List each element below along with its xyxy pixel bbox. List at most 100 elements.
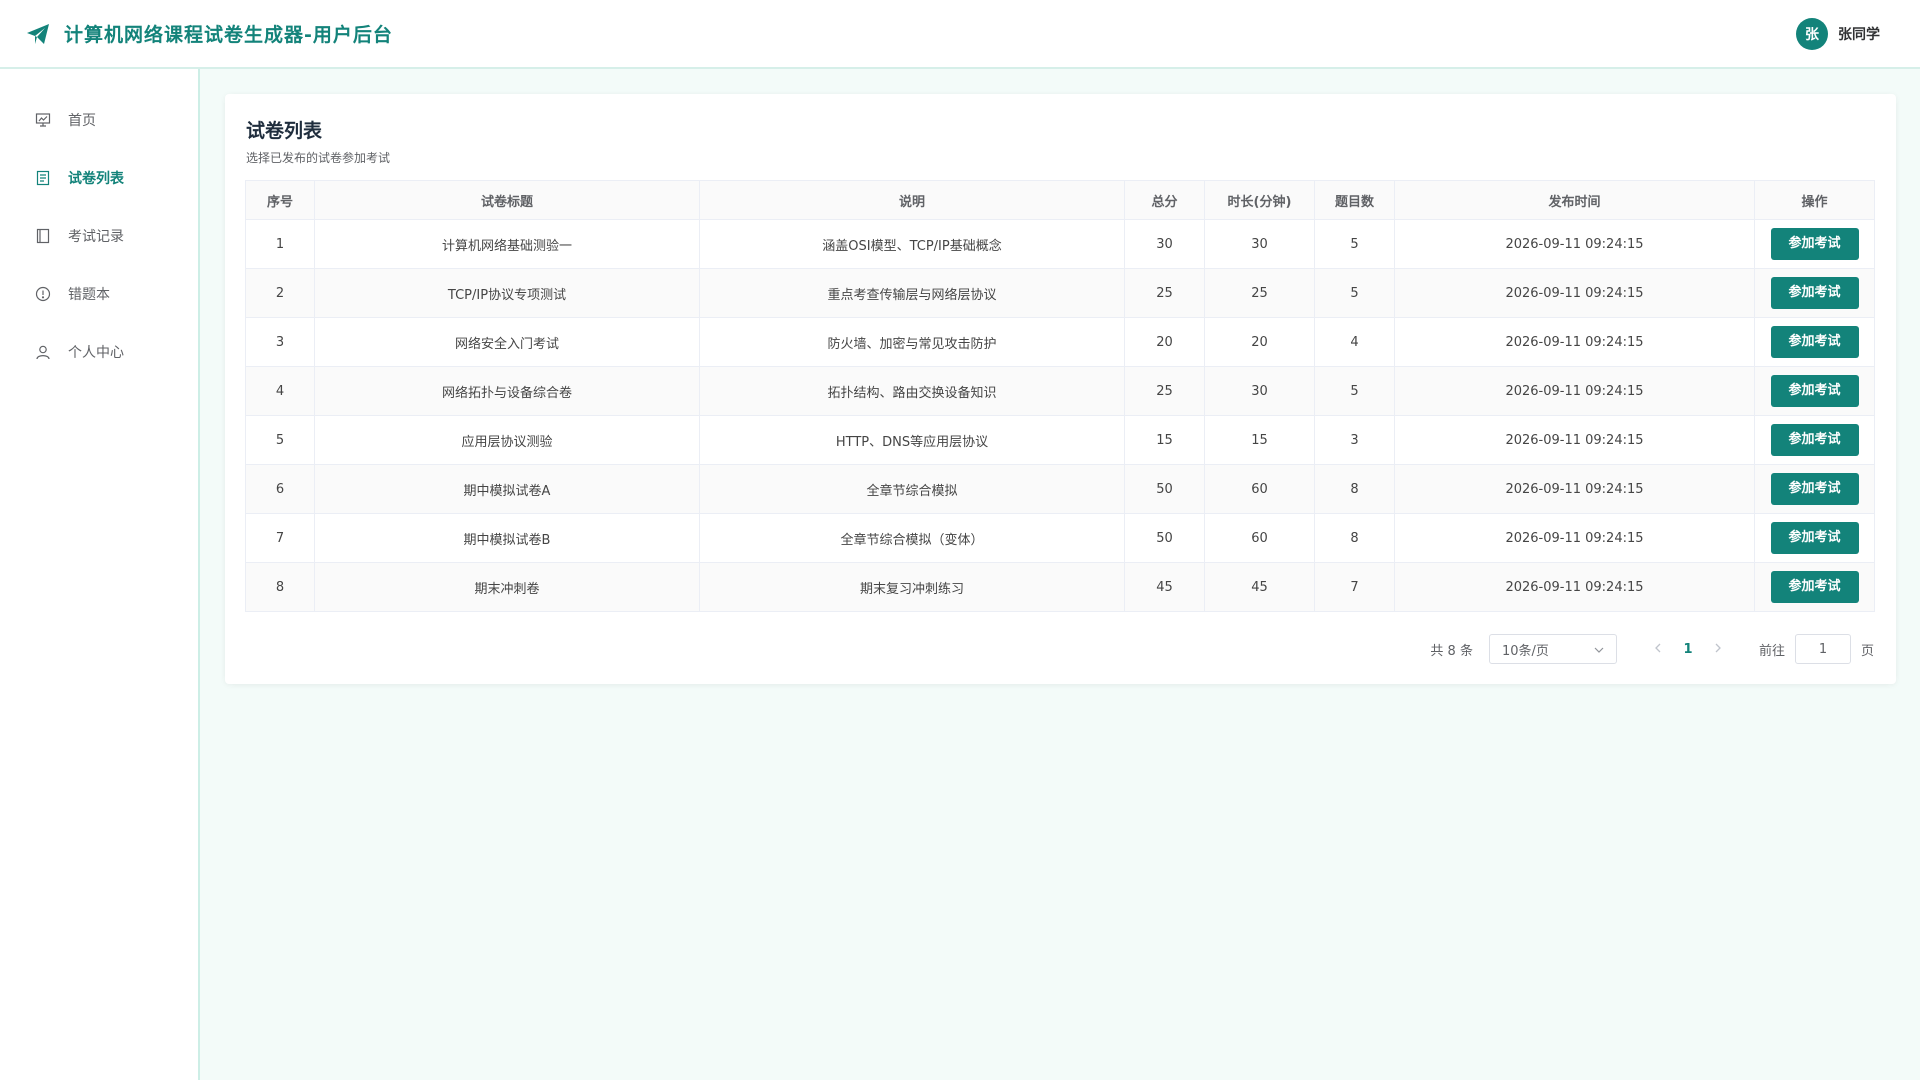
cell-total-score: 25 [1124,268,1205,318]
sidebar-item-exam-list[interactable]: 试卷列表 [0,149,198,207]
cell-description: 重点考查传输层与网络层协议 [699,268,1125,318]
cell-index: 2 [245,268,315,318]
column-header: 题目数 [1314,180,1395,220]
sidebar: 首页 试卷列表 考试记录 错题本 个人中心 [0,69,200,1080]
cell-title: 计算机网络基础测验一 [314,219,700,269]
cell-description: 拓扑结构、路由交换设备知识 [699,366,1125,416]
join-exam-button[interactable]: 参加考试 [1770,326,1859,358]
cell-index: 4 [245,366,315,416]
cell-description: 涵盖OSI模型、TCP/IP基础概念 [699,219,1125,269]
sidebar-item-wrong-book[interactable]: 错题本 [0,265,198,323]
table-row: 8 期末冲刺卷 期末复习冲刺练习 45 45 7 2026-09-11 09:24:15 参加… [245,562,1875,612]
exam-table: 序号 试卷标题 说明 总分 时长(分钟) 题目数 发布时间 操作 1 计算机网络基… [245,180,1875,612]
pagination-total: 共 8 条 [1430,643,1473,659]
cell-duration: 20 [1204,317,1315,367]
cell-action: 参加考试 [1754,219,1875,269]
cell-index: 7 [245,513,315,563]
cell-action: 参加考试 [1754,317,1875,367]
cell-question-count: 5 [1314,219,1395,269]
cell-index: 8 [245,562,315,612]
sidebar-item-label: 错题本 [68,287,110,303]
main-content: 试卷列表 选择已发布的试卷参加考试 序号 试卷标题 说明 总分 时长(分钟) 题… [225,94,1896,684]
cell-question-count: 7 [1314,562,1395,612]
table-row: 3 网络安全入门考试 防火墙、加密与常见攻击防护 20 20 4 2026-09-11 09… [245,317,1875,367]
cell-action: 参加考试 [1754,268,1875,318]
prev-page-button[interactable] [1643,641,1673,657]
cell-action: 参加考试 [1754,366,1875,416]
goto-label: 前往 [1758,643,1785,659]
cell-duration: 60 [1204,513,1315,563]
sidebar-item-label: 首页 [68,113,96,129]
column-header: 总分 [1124,180,1205,220]
warning-circle-icon [34,285,52,303]
cell-index: 6 [245,464,315,514]
column-header: 说明 [699,180,1125,220]
cell-duration: 25 [1204,268,1315,318]
cell-title: 期中模拟试卷B [314,513,700,563]
exam-list-card: 试卷列表 选择已发布的试卷参加考试 序号 试卷标题 说明 总分 时长(分钟) 题… [225,94,1896,684]
cell-question-count: 3 [1314,415,1395,465]
cell-publish-time: 2026-09-11 09:24:15 [1394,317,1755,367]
document-icon [34,169,52,187]
notebook-icon [34,227,52,245]
sidebar-item-profile[interactable]: 个人中心 [0,323,198,381]
table-row: 4 网络拓扑与设备综合卷 拓扑结构、路由交换设备知识 25 30 5 2026-09-11 … [245,366,1875,416]
cell-description: 防火墙、加密与常见攻击防护 [699,317,1125,367]
cell-duration: 30 [1204,366,1315,416]
cell-description: HTTP、DNS等应用层协议 [699,415,1125,465]
goto-page-input[interactable] [1794,634,1851,664]
join-exam-button[interactable]: 参加考试 [1770,473,1859,505]
cell-duration: 15 [1204,415,1315,465]
sidebar-item-label: 考试记录 [68,229,124,245]
page-size-select[interactable]: 10条/页 [1488,634,1617,664]
user-icon [34,343,52,361]
column-header: 试卷标题 [314,180,700,220]
join-exam-button[interactable]: 参加考试 [1770,277,1859,309]
cell-question-count: 5 [1314,366,1395,416]
cell-action: 参加考试 [1754,513,1875,563]
cell-publish-time: 2026-09-11 09:24:15 [1394,219,1755,269]
cell-total-score: 45 [1124,562,1205,612]
top-header: 计算机网络课程试卷生成器-用户后台 张 张同学 [0,0,1920,69]
join-exam-button[interactable]: 参加考试 [1770,424,1859,456]
join-exam-button[interactable]: 参加考试 [1770,228,1859,260]
column-header: 发布时间 [1394,180,1755,220]
cell-total-score: 50 [1124,464,1205,514]
join-exam-button[interactable]: 参加考试 [1770,522,1859,554]
cell-question-count: 8 [1314,464,1395,514]
table-header-row: 序号 试卷标题 说明 总分 时长(分钟) 题目数 发布时间 操作 [245,180,1875,220]
column-header: 序号 [245,180,315,220]
cell-total-score: 15 [1124,415,1205,465]
cell-description: 全章节综合模拟（变体） [699,513,1125,563]
cell-question-count: 5 [1314,268,1395,318]
cell-question-count: 8 [1314,513,1395,563]
sidebar-item-label: 试卷列表 [68,171,124,187]
cell-duration: 45 [1204,562,1315,612]
cell-index: 5 [245,415,315,465]
next-page-button[interactable] [1703,641,1733,657]
user-menu[interactable]: 张 张同学 [1796,17,1880,50]
cell-total-score: 20 [1124,317,1205,367]
page-size-value: 10条/页 [1501,643,1549,659]
cell-publish-time: 2026-09-11 09:24:15 [1394,366,1755,416]
cell-title: 网络安全入门考试 [314,317,700,367]
paper-plane-icon [26,22,50,46]
join-exam-button[interactable]: 参加考试 [1770,571,1859,603]
cell-duration: 30 [1204,219,1315,269]
cell-publish-time: 2026-09-11 09:24:15 [1394,513,1755,563]
avatar[interactable]: 张 [1796,17,1828,50]
app-title: 计算机网络课程试卷生成器-用户后台 [64,24,393,46]
cell-title: 应用层协议测验 [314,415,700,465]
table-body: 1 计算机网络基础测验一 涵盖OSI模型、TCP/IP基础概念 30 30 5 2026-0… [245,219,1875,612]
cell-publish-time: 2026-09-11 09:24:15 [1394,415,1755,465]
cell-title: TCP/IP协议专项测试 [314,268,700,318]
join-exam-button[interactable]: 参加考试 [1770,375,1859,407]
user-name[interactable]: 张同学 [1838,24,1880,44]
sidebar-item-exam-records[interactable]: 考试记录 [0,207,198,265]
page-number-1[interactable]: 1 [1673,642,1703,657]
pagination: 共 8 条 10条/页 1 前往 页 [245,634,1876,664]
sidebar-item-home[interactable]: 首页 [0,91,198,149]
cell-index: 1 [245,219,315,269]
table-row: 7 期中模拟试卷B 全章节综合模拟（变体） 50 60 8 2026-09-11 09:24… [245,513,1875,563]
cell-description: 全章节综合模拟 [699,464,1125,514]
